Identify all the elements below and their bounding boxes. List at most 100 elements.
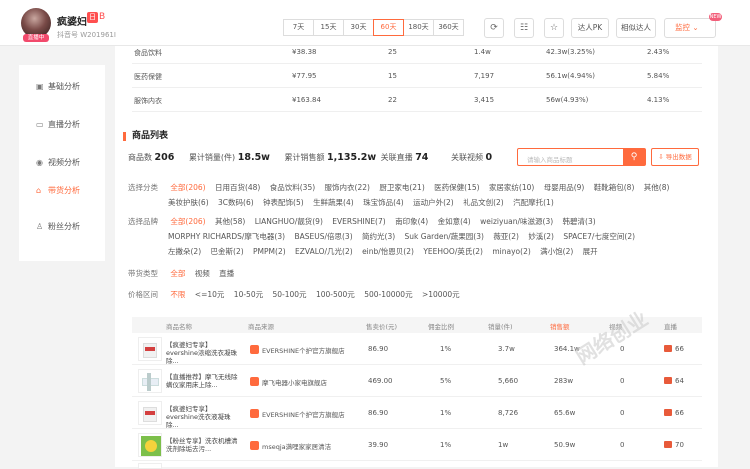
product-name[interactable]: 【疯婆妇专享】evershine洗衣液凝珠除... [166,405,240,429]
product-source[interactable]: EVERSHINE个护官方旗舰店 [262,409,345,419]
filter-option[interactable]: 食品饮料(35) [270,182,315,193]
product-name[interactable]: 【疯婆妇专享】evershine浓缩洗衣凝珠除... [166,341,240,365]
filter-option[interactable]: 全部 [170,268,185,279]
column-header[interactable]: 销售额 [550,321,570,331]
product-image[interactable] [138,463,162,469]
filter-option[interactable]: 全部(206) [170,182,205,193]
filter-option[interactable]: 家居家纺(10) [489,182,534,193]
compare-button[interactable]: 达人PK [571,18,609,38]
product-image[interactable] [138,433,162,457]
product-image[interactable] [138,401,162,425]
filter-option[interactable]: 3C数码(6) [218,197,254,208]
column-header[interactable]: 售卖价(元) [366,321,397,331]
filter-option[interactable]: EVERSHINE(7) [332,217,385,226]
filter-option[interactable]: Suk Garden/蔬果园(3) [405,231,484,242]
filter-option[interactable]: 10-50元 [234,289,263,300]
product-image[interactable] [138,337,162,361]
product-name[interactable]: 【粉丝专享】洗衣机槽清洗剂除垢去污... [166,437,240,453]
filter-option[interactable]: 汽配摩托(1) [513,197,554,208]
filter-option[interactable]: YEEHOO/英氏(2) [423,246,483,257]
sidebar-item-fans[interactable]: ♙ 粉丝分析 [19,217,105,237]
filter-option[interactable]: 运动户外(2) [413,197,454,208]
filter-option[interactable]: 左撇朵(2) [168,246,201,257]
product-live-count[interactable]: 70 [664,441,684,449]
search-input[interactable]: 请输入商品标题 [527,154,573,164]
export-button[interactable]: ⇩ 导出数据 [651,148,699,166]
product-name[interactable]: 【直播推荐】摩飞无线除螨仪家用床上除... [166,373,240,389]
star-icon[interactable]: ☆ [544,18,564,38]
filter-option[interactable]: 韩碧清(3) [563,216,596,227]
filter-option[interactable]: 鞋靴箱包(8) [594,182,635,193]
filter-option[interactable]: weiziyuan/味滋源(3) [480,216,553,227]
table-row[interactable]: 【粉丝专享】洗衣机槽清洗剂除垢去污... mseqja满哩家家居清洁 39.90… [132,429,702,461]
search-icon[interactable]: ⚲ [623,149,645,165]
filter-option[interactable]: 500-10000元 [364,289,412,300]
range-180d[interactable]: 180天 [403,19,434,36]
filter-option[interactable]: LIANGHUO/靓货(9) [255,216,323,227]
filter-option[interactable]: 50-100元 [272,289,306,300]
table-row[interactable]: 【疯婆妇专享】evershine洗衣液凝珠除... EVERSHINE个护官方旗… [132,397,702,429]
filter-option[interactable]: 不限 [170,289,185,300]
filter-option[interactable]: 100-500元 [316,289,355,300]
refresh-icon[interactable]: ⟳ [484,18,504,38]
filter-option[interactable]: 南印象(4) [395,216,428,227]
share-icon[interactable]: ☷ [514,18,534,38]
filter-option[interactable]: 钟表配饰(5) [263,197,304,208]
range-15d[interactable]: 15天 [313,19,344,36]
filter-option[interactable]: 日用百货(48) [215,182,260,193]
filter-option[interactable]: minayo(2) [492,247,530,256]
sidebar-item-live[interactable]: ▭ 直播分析 [19,115,105,135]
filter-option[interactable]: 其他(58) [215,216,245,227]
filter-option[interactable]: 美妆护肤(6) [168,197,209,208]
similar-button[interactable]: 相似达人 [616,18,656,38]
filter-option[interactable]: 巴金斯(2) [211,246,244,257]
sidebar-item-basic[interactable]: ▣ 基础分析 [19,77,105,97]
filter-option[interactable]: PMPM(2) [253,247,286,256]
filter-option[interactable]: 医药保健(15) [434,182,479,193]
product-source[interactable]: EVERSHINE个护官方旗舰店 [262,345,345,355]
sidebar-item-video[interactable]: ◉ 视频分析 [19,153,105,173]
filter-option[interactable]: 生鲜蔬果(4) [313,197,354,208]
filter-option[interactable]: 珠宝饰品(4) [363,197,404,208]
filter-option[interactable]: BASEUS/倍思(3) [294,231,352,242]
filter-option[interactable]: 母婴用品(9) [544,182,585,193]
product-live-count[interactable]: 66 [664,345,684,353]
filter-option[interactable]: 直播 [219,268,234,279]
filter-option[interactable]: 金如意(4) [438,216,471,227]
product-image[interactable] [138,369,162,393]
filter-option[interactable]: 满小饱(2) [540,246,573,257]
range-360d[interactable]: 360天 [433,19,464,36]
search-box[interactable]: 请输入商品标题 ⚲ [517,148,646,166]
filter-option[interactable]: <=10元 [195,289,225,300]
product-live-count[interactable]: 64 [664,377,684,385]
filter-option[interactable]: 薇亚(2) [493,231,519,242]
filter-option[interactable]: 厨卫家电(21) [379,182,424,193]
live-icon [664,377,672,384]
product-source[interactable]: 摩飞电器小家电旗舰店 [262,377,327,387]
range-60d[interactable]: 60天 [373,19,404,36]
filter-option[interactable]: 服饰内衣(22) [325,182,370,193]
expand-brands-link[interactable]: 展开 [583,246,598,257]
product-live-count[interactable]: 66 [664,409,684,417]
filter-option[interactable]: 视频 [195,268,210,279]
range-30d[interactable]: 30天 [343,19,374,36]
monitor-button[interactable]: 监控 ⌄ [664,18,716,38]
filter-option[interactable]: EZVALO/几光(2) [295,246,353,257]
filter-option[interactable]: 全部(206) [170,216,205,227]
filter-option[interactable]: 妙溪(2) [528,231,554,242]
filter-option[interactable]: 礼品文创(2) [463,197,504,208]
filter-option[interactable]: einb/怡恩贝(2) [362,246,414,257]
sidebar-item-goods[interactable]: ⌂ 带货分析 [19,181,105,201]
column-header[interactable]: 佣金比例 [428,321,454,331]
range-7d[interactable]: 7天 [283,19,314,36]
filter-option[interactable]: 简约光(3) [362,231,395,242]
sidebar-item-label: 带货分析 [48,186,80,195]
column-header[interactable]: 直播 [664,321,677,331]
filter-option[interactable]: >10000元 [422,289,460,300]
filter-option[interactable]: MORPHY RICHARDS/摩飞电器(3) [168,231,285,242]
filter-option[interactable]: SPACE7/七度空间(2) [563,231,635,242]
product-source[interactable]: mseqja满哩家家居清洁 [262,441,331,451]
table-row[interactable]: 【直播推荐】摩飞无线除螨仪家用床上除... 摩飞电器小家电旗舰店 469.00 … [132,365,702,397]
filter-option[interactable]: 其他(8) [644,182,670,193]
column-header[interactable]: 销量(件) [488,321,513,331]
